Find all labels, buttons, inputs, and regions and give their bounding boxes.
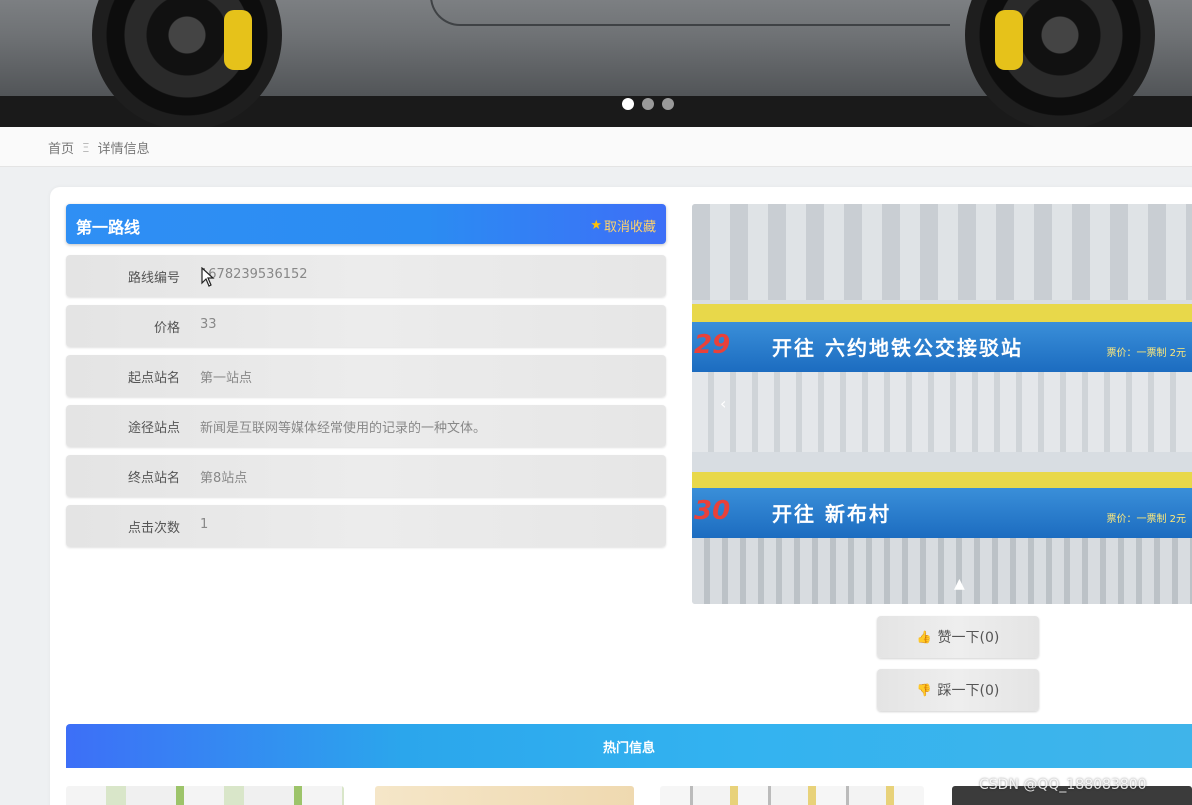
field-value: 33	[200, 317, 217, 332]
field-label: 路线编号	[127, 271, 180, 286]
banner-carousel	[0, 0, 1192, 127]
breadcrumb-current: 详情信息	[97, 142, 150, 157]
hot-info-title: 热门信息	[602, 741, 655, 756]
route-photo: 29 开往 六约地铁公交接驳站 票价：一票制 2元 30 开往 新布村 票价：一…	[692, 204, 1192, 604]
field-value: 1	[200, 517, 209, 532]
dislike-button[interactable]: 👎 踩一下(0)	[877, 669, 1039, 711]
like-label: 赞一下(0)	[937, 630, 1000, 646]
breadcrumb: 首页 Ξ 详情信息	[48, 138, 150, 158]
detail-title-bar: 第一路线 ★ 取消收藏	[66, 204, 666, 244]
route-sign-b: 30 开往 新布村 票价：一票制 2元	[692, 488, 1192, 538]
chevron-left-icon[interactable]: ‹	[720, 394, 726, 413]
field-price: 价格 33	[66, 305, 666, 347]
detail-title: 第一路线	[76, 218, 141, 237]
dislike-label: 踩一下(0)	[937, 683, 1000, 699]
field-value: 1678239536152	[200, 267, 308, 282]
mouse-cursor-icon	[201, 267, 215, 287]
thumbs-down-icon: 👎	[916, 683, 932, 697]
field-label: 点击次数	[127, 521, 180, 536]
field-click-count: 点击次数 1	[66, 505, 666, 547]
hot-info-header: 热门信息	[66, 724, 1192, 768]
watermark: CSDN @QQ_188083800	[979, 777, 1147, 793]
carousel-dot-2[interactable]	[642, 98, 654, 110]
field-label: 终点站名	[127, 471, 180, 486]
carousel-dot-1[interactable]	[622, 98, 634, 110]
like-button[interactable]: 👍 赞一下(0)	[877, 616, 1039, 658]
star-icon: ★	[590, 218, 602, 233]
unfavorite-button[interactable]: ★ 取消收藏	[590, 216, 656, 235]
carousel-indicators	[622, 98, 674, 110]
chevron-up-icon[interactable]: ▲	[954, 576, 965, 592]
hot-info-thumbnail[interactable]	[66, 786, 344, 805]
breadcrumb-home[interactable]: 首页	[48, 138, 74, 157]
field-via-stations: 途径站点 新闻是互联网等媒体经常使用的记录的一种文体。	[66, 405, 666, 447]
hot-info-thumbnail[interactable]	[375, 786, 634, 805]
carousel-dot-3[interactable]	[662, 98, 674, 110]
unfavorite-label: 取消收藏	[603, 220, 656, 235]
breadcrumb-bar: 首页 Ξ 详情信息	[0, 127, 1192, 167]
field-value: 第8站点	[200, 471, 248, 486]
field-label: 价格	[153, 321, 180, 336]
field-end-station: 终点站名 第8站点	[66, 455, 666, 497]
breadcrumb-separator: Ξ	[82, 140, 90, 155]
field-value: 第一站点	[200, 371, 253, 386]
thumbs-up-icon: 👍	[916, 630, 932, 644]
field-value: 新闻是互联网等媒体经常使用的记录的一种文体。	[200, 421, 487, 436]
hot-info-thumbnail[interactable]	[660, 786, 924, 805]
field-route-number: 路线编号 1678239536152	[66, 255, 666, 297]
route-sign-a: 29 开往 六约地铁公交接驳站 票价：一票制 2元	[692, 322, 1192, 372]
field-start-station: 起点站名 第一站点	[66, 355, 666, 397]
field-label: 起点站名	[127, 371, 180, 386]
field-label: 途径站点	[127, 421, 180, 436]
